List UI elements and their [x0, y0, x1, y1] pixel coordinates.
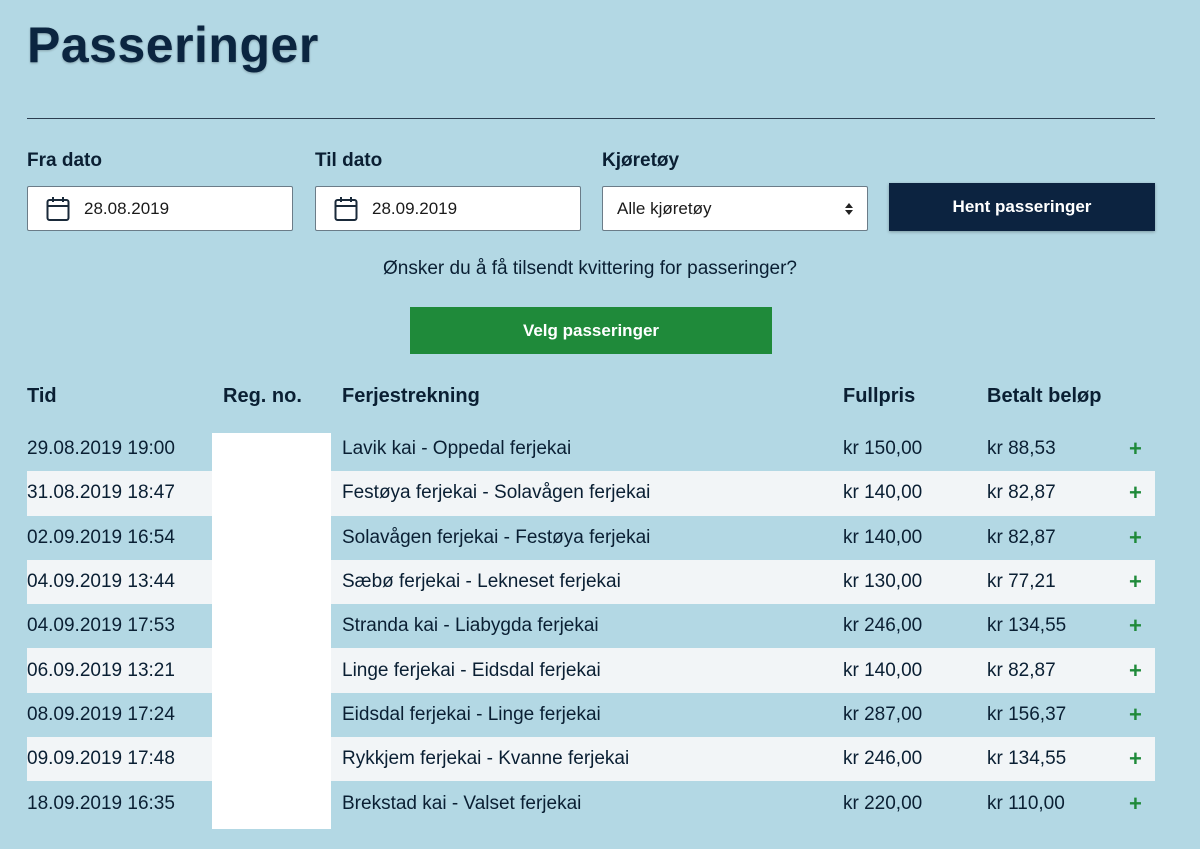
calendar-icon	[334, 196, 358, 221]
receipt-question: Ønsker du å få tilsendt kvittering for p…	[383, 258, 797, 279]
plus-icon[interactable]: +	[1129, 525, 1142, 551]
cell-strekning: Linge ferjekai - Eidsdal ferjekai	[342, 659, 601, 681]
plus-icon[interactable]: +	[1129, 658, 1142, 684]
plus-icon[interactable]: +	[1129, 436, 1142, 462]
header-tid: Tid	[27, 385, 57, 407]
table-row: 18.09.2019 16:35 Brekstad kai - Valset f…	[27, 781, 1155, 825]
from-date-label: Fra dato	[27, 150, 102, 171]
select-arrows-icon	[845, 202, 853, 215]
cell-fullpris: kr 287,00	[843, 703, 923, 725]
cell-tid: 29.08.2019 19:00	[27, 438, 175, 460]
plus-icon[interactable]: +	[1129, 746, 1142, 772]
cell-fullpris: kr 220,00	[843, 792, 923, 814]
plus-icon[interactable]: +	[1129, 702, 1142, 728]
cell-betalt: kr 82,87	[987, 482, 1056, 504]
cell-fullpris: kr 140,00	[843, 659, 923, 681]
cell-strekning: Brekstad kai - Valset ferjekai	[342, 792, 582, 814]
cell-betalt: kr 134,55	[987, 615, 1067, 637]
cell-fullpris: kr 140,00	[843, 482, 923, 504]
table-row: 09.09.2019 17:48 Rykkjem ferjekai - Kvan…	[27, 737, 1155, 782]
cell-fullpris: kr 246,00	[843, 748, 923, 770]
cell-fullpris: kr 150,00	[843, 438, 923, 460]
to-date-label: Til dato	[315, 150, 383, 171]
header-betalt: Betalt beløp	[987, 385, 1102, 407]
table-row: 31.08.2019 18:47 Festøya ferjekai - Sola…	[27, 471, 1155, 516]
table-row: 04.09.2019 17:53 Stranda kai - Liabygda …	[27, 604, 1155, 648]
table-row: 06.09.2019 13:21 Linge ferjekai - Eidsda…	[27, 648, 1155, 693]
from-date-value: 28.08.2019	[84, 198, 170, 218]
cell-betalt: kr 82,87	[987, 526, 1056, 548]
to-date-value: 28.09.2019	[372, 198, 458, 218]
header-fullpris: Fullpris	[843, 385, 916, 407]
header-ferjestrekning: Ferjestrekning	[342, 385, 480, 407]
table-row: 02.09.2019 16:54 Solavågen ferjekai - Fe…	[27, 516, 1155, 560]
fetch-passings-button[interactable]: Hent passeringer	[889, 183, 1155, 231]
cell-strekning: Eidsdal ferjekai - Linge ferjekai	[342, 703, 601, 725]
plus-icon[interactable]: +	[1129, 791, 1142, 817]
cell-tid: 04.09.2019 17:53	[27, 615, 175, 637]
title-divider	[27, 118, 1155, 119]
cell-fullpris: kr 130,00	[843, 571, 923, 593]
cell-tid: 09.09.2019 17:48	[27, 748, 175, 770]
select-passings-button[interactable]: Velg passeringer	[410, 307, 772, 354]
header-reg-no: Reg. no.	[223, 385, 302, 407]
cell-strekning: Lavik kai - Oppedal ferjekai	[342, 438, 572, 460]
cell-strekning: Solavågen ferjekai - Festøya ferjekai	[342, 526, 651, 548]
cell-betalt: kr 156,37	[987, 703, 1067, 725]
cell-betalt: kr 77,21	[987, 571, 1056, 593]
cell-tid: 02.09.2019 16:54	[27, 526, 175, 548]
to-date-input[interactable]: 28.09.2019	[315, 186, 581, 231]
cell-strekning: Sæbø ferjekai - Lekneset ferjekai	[342, 571, 621, 593]
table-row: 29.08.2019 19:00 Lavik kai - Oppedal fer…	[27, 427, 1155, 471]
reg-no-redaction	[212, 433, 331, 829]
cell-strekning: Festøya ferjekai - Solavågen ferjekai	[342, 482, 651, 504]
cell-tid: 08.09.2019 17:24	[27, 703, 175, 725]
table-header: Tid Reg. no. Ferjestrekning Fullpris Bet…	[27, 380, 1155, 426]
from-date-input[interactable]: 28.08.2019	[27, 186, 293, 231]
plus-icon[interactable]: +	[1129, 569, 1142, 595]
passings-table: Tid Reg. no. Ferjestrekning Fullpris Bet…	[27, 380, 1155, 816]
cell-betalt: kr 88,53	[987, 438, 1056, 460]
vehicle-select[interactable]: Alle kjøretøy	[602, 186, 868, 231]
cell-betalt: kr 82,87	[987, 659, 1056, 681]
cell-fullpris: kr 140,00	[843, 526, 923, 548]
cell-tid: 06.09.2019 13:21	[27, 659, 175, 681]
calendar-icon	[46, 196, 70, 221]
cell-betalt: kr 110,00	[987, 792, 1065, 814]
cell-tid: 04.09.2019 13:44	[27, 571, 175, 593]
cell-strekning: Stranda kai - Liabygda ferjekai	[342, 615, 599, 637]
cell-tid: 18.09.2019 16:35	[27, 792, 175, 814]
cell-betalt: kr 134,55	[987, 748, 1067, 770]
table-row: 08.09.2019 17:24 Eidsdal ferjekai - Ling…	[27, 693, 1155, 737]
cell-strekning: Rykkjem ferjekai - Kvanne ferjekai	[342, 748, 630, 770]
cell-fullpris: kr 246,00	[843, 615, 923, 637]
vehicle-select-value: Alle kjøretøy	[617, 198, 712, 218]
cell-tid: 31.08.2019 18:47	[27, 482, 175, 504]
page-title: Passeringer	[27, 17, 319, 73]
vehicle-label: Kjøretøy	[602, 150, 680, 171]
plus-icon[interactable]: +	[1129, 480, 1142, 506]
table-row: 04.09.2019 13:44 Sæbø ferjekai - Leknese…	[27, 559, 1155, 605]
table-body: 29.08.2019 19:00 Lavik kai - Oppedal fer…	[27, 427, 1155, 826]
plus-icon[interactable]: +	[1129, 613, 1142, 639]
